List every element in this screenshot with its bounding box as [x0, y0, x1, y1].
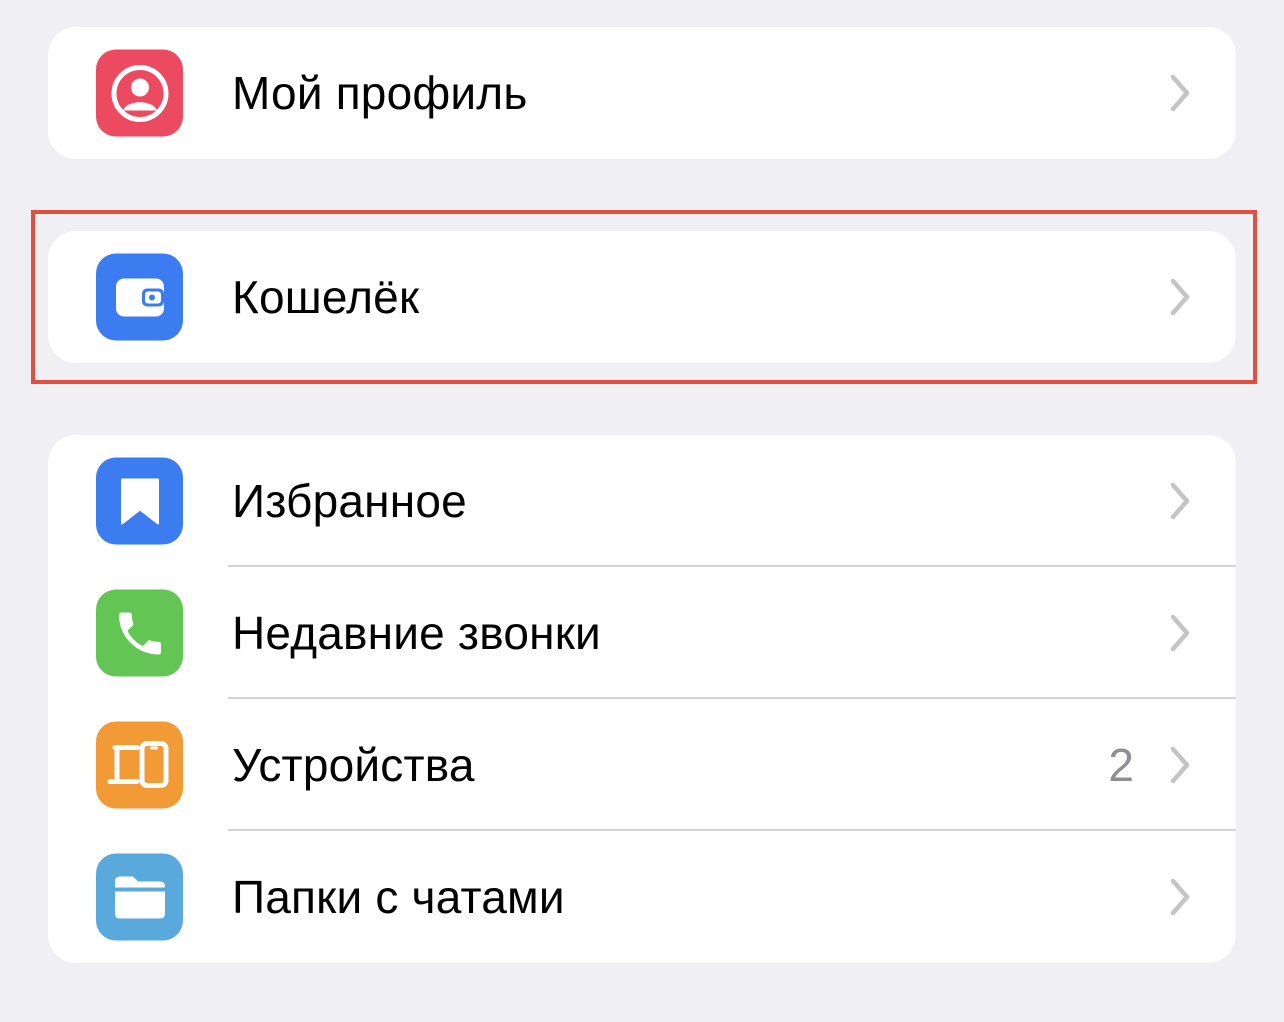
chevron-right-icon	[1170, 482, 1190, 520]
menu-item-label: Кошелёк	[232, 271, 420, 323]
chevron-right-icon	[1170, 614, 1190, 652]
menu-item-recent-calls[interactable]: Недавние звонки	[48, 567, 1236, 699]
profile-group: Мой профиль	[48, 27, 1236, 159]
menu-item-label: Избранное	[232, 475, 467, 527]
chevron-right-icon	[1170, 746, 1190, 784]
wallet-group: Кошелёк	[48, 231, 1236, 363]
chevron-right-icon	[1170, 74, 1190, 112]
menu-item-my-profile[interactable]: Мой профиль	[48, 27, 1236, 159]
devices-icon	[96, 721, 183, 809]
features-group: Избранное Недавние звонки Устройства 2 П…	[48, 435, 1236, 963]
menu-item-label: Мой профиль	[232, 67, 528, 119]
menu-item-devices[interactable]: Устройства 2	[48, 699, 1236, 831]
menu-item-label: Недавние звонки	[232, 607, 601, 659]
chevron-right-icon	[1170, 878, 1190, 916]
menu-item-label: Устройства	[232, 739, 475, 791]
bookmark-icon	[96, 457, 183, 545]
chevron-right-icon	[1170, 278, 1190, 316]
menu-item-wallet[interactable]: Кошелёк	[48, 231, 1236, 363]
phone-icon	[96, 589, 183, 677]
menu-item-chat-folders[interactable]: Папки с чатами	[48, 831, 1236, 963]
devices-count: 2	[1108, 739, 1134, 791]
wallet-icon	[96, 253, 183, 341]
menu-item-favorites[interactable]: Избранное	[48, 435, 1236, 567]
profile-icon	[96, 49, 183, 137]
menu-item-label: Папки с чатами	[232, 871, 565, 923]
folder-icon	[96, 853, 183, 941]
